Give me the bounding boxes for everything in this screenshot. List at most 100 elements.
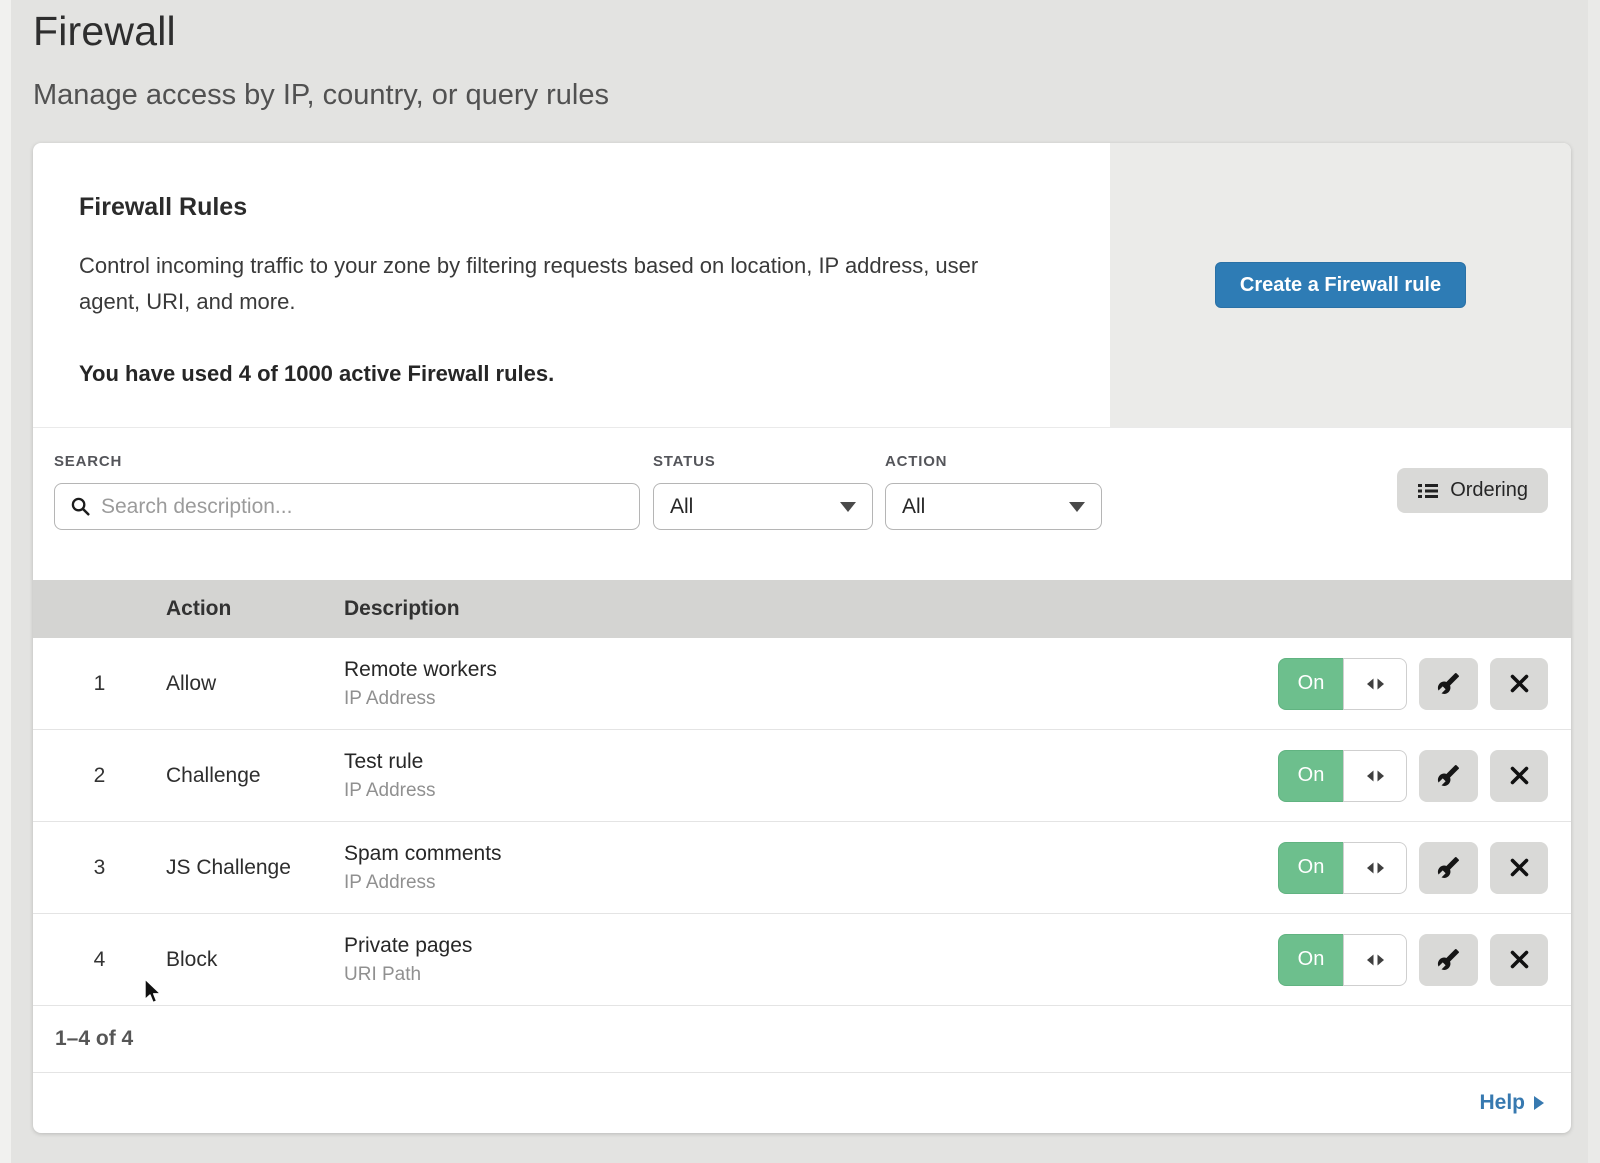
card-description: Control incoming traffic to your zone by…: [79, 248, 1029, 319]
help-arrow-icon: [1534, 1096, 1544, 1110]
page-title: Firewall: [33, 8, 609, 55]
toggle-on-segment[interactable]: On: [1278, 750, 1343, 802]
chevron-down-icon: [840, 502, 856, 512]
row-description-title: Remote workers: [344, 658, 1278, 682]
search-group: SEARCH: [54, 453, 640, 530]
row-description-title: Private pages: [344, 934, 1278, 958]
ordered-list-icon: [1417, 481, 1439, 501]
x-icon: [1509, 857, 1530, 878]
page-subtitle: Manage access by IP, country, or query r…: [33, 79, 609, 112]
row-action: JS Challenge: [166, 856, 344, 880]
action-select[interactable]: All: [885, 483, 1102, 530]
row-number: 4: [33, 948, 166, 972]
rule-enabled-toggle[interactable]: On: [1278, 658, 1407, 710]
action-selected-value: All: [902, 495, 925, 519]
x-icon: [1509, 765, 1530, 786]
table-row: 4 Block Private pages URI Path On: [33, 914, 1571, 1006]
wrench-icon: [1437, 856, 1460, 879]
wrench-icon: [1437, 672, 1460, 695]
row-description: Remote workers IP Address: [344, 658, 1278, 710]
status-label: STATUS: [653, 453, 873, 470]
row-action: Allow: [166, 672, 344, 696]
left-right-arrows-icon: [1366, 678, 1385, 690]
row-match-field: IP Address: [344, 688, 1278, 710]
firewall-rules-card: Firewall Rules Control incoming traffic …: [33, 143, 1571, 1133]
pagination-text: 1–4 of 4: [55, 1027, 133, 1051]
search-label: SEARCH: [54, 453, 640, 470]
row-description: Private pages URI Path: [344, 934, 1278, 986]
page-header: Firewall Manage access by IP, country, o…: [33, 8, 609, 112]
left-right-arrows-icon: [1366, 862, 1385, 874]
card-heading: Firewall Rules: [79, 193, 1070, 222]
row-description-title: Spam comments: [344, 842, 1278, 866]
search-input[interactable]: [101, 495, 639, 519]
delete-rule-button[interactable]: [1490, 750, 1548, 802]
row-description: Spam comments IP Address: [344, 842, 1278, 894]
left-right-arrows-icon: [1366, 954, 1385, 966]
search-icon: [70, 496, 91, 517]
row-controls: On: [1278, 750, 1548, 802]
delete-rule-button[interactable]: [1490, 934, 1548, 986]
edit-rule-button[interactable]: [1419, 750, 1478, 802]
row-match-field: IP Address: [344, 780, 1278, 802]
wrench-icon: [1437, 948, 1460, 971]
toggle-on-segment[interactable]: On: [1278, 658, 1343, 710]
filters-bar: SEARCH STATUS All ACTION All: [33, 427, 1571, 580]
row-number: 1: [33, 672, 166, 696]
left-right-arrows-icon: [1366, 770, 1385, 782]
toggle-on-segment[interactable]: On: [1278, 934, 1343, 986]
edit-rule-button[interactable]: [1419, 842, 1478, 894]
action-label: ACTION: [885, 453, 1102, 470]
help-row: Help: [33, 1073, 1571, 1133]
rule-enabled-toggle[interactable]: On: [1278, 934, 1407, 986]
row-controls: On: [1278, 934, 1548, 986]
edit-rule-button[interactable]: [1419, 934, 1478, 986]
row-action: Challenge: [166, 764, 344, 788]
create-firewall-rule-button[interactable]: Create a Firewall rule: [1215, 262, 1466, 308]
rules-table-body: 1 Allow Remote workers IP Address On: [33, 638, 1571, 1006]
x-icon: [1509, 949, 1530, 970]
row-action: Block: [166, 948, 344, 972]
table-row: 3 JS Challenge Spam comments IP Address …: [33, 822, 1571, 914]
row-number: 2: [33, 764, 166, 788]
column-header-action: Action: [166, 597, 344, 621]
usage-text: You have used 4 of 1000 active Firewall …: [79, 361, 1070, 387]
toggle-arrows-segment[interactable]: [1343, 842, 1407, 894]
chevron-down-icon: [1069, 502, 1085, 512]
toggle-arrows-segment[interactable]: [1343, 658, 1407, 710]
ordering-button[interactable]: Ordering: [1397, 468, 1548, 513]
column-header-description: Description: [344, 597, 1571, 621]
rule-enabled-toggle[interactable]: On: [1278, 842, 1407, 894]
action-group: ACTION All: [885, 453, 1102, 530]
row-match-field: URI Path: [344, 964, 1278, 986]
help-link[interactable]: Help: [1479, 1091, 1544, 1115]
row-match-field: IP Address: [344, 872, 1278, 894]
hero-text-block: Firewall Rules Control incoming traffic …: [33, 143, 1110, 427]
row-description-title: Test rule: [344, 750, 1278, 774]
row-number: 3: [33, 856, 166, 880]
wrench-icon: [1437, 764, 1460, 787]
search-box[interactable]: [54, 483, 640, 530]
pagination-row: 1–4 of 4: [33, 1006, 1571, 1073]
table-row: 2 Challenge Test rule IP Address On: [33, 730, 1571, 822]
delete-rule-button[interactable]: [1490, 842, 1548, 894]
table-row: 1 Allow Remote workers IP Address On: [33, 638, 1571, 730]
row-description: Test rule IP Address: [344, 750, 1278, 802]
status-select[interactable]: All: [653, 483, 873, 530]
row-controls: On: [1278, 658, 1548, 710]
edit-rule-button[interactable]: [1419, 658, 1478, 710]
toggle-on-segment[interactable]: On: [1278, 842, 1343, 894]
status-group: STATUS All: [653, 453, 873, 530]
table-header: Action Description: [33, 580, 1571, 638]
screen-edge-left: [0, 0, 11, 1163]
status-selected-value: All: [670, 495, 693, 519]
delete-rule-button[interactable]: [1490, 658, 1548, 710]
toggle-arrows-segment[interactable]: [1343, 934, 1407, 986]
row-controls: On: [1278, 842, 1548, 894]
rule-enabled-toggle[interactable]: On: [1278, 750, 1407, 802]
create-panel: Create a Firewall rule: [1110, 143, 1571, 427]
ordering-label: Ordering: [1450, 479, 1528, 502]
screen-edge-right: [1588, 0, 1600, 1163]
toggle-arrows-segment[interactable]: [1343, 750, 1407, 802]
help-label: Help: [1479, 1091, 1525, 1115]
